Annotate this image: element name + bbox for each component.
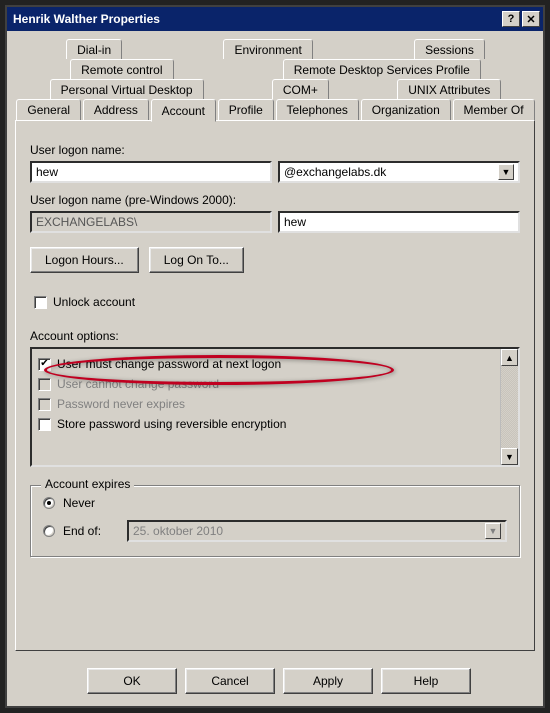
scroll-up-icon[interactable]: ▲: [501, 349, 518, 366]
tab-telephones[interactable]: Telephones: [276, 99, 359, 121]
tab-general[interactable]: General: [16, 99, 81, 121]
unlock-label: Unlock account: [53, 295, 135, 309]
window-title: Henrik Walther Properties: [13, 12, 500, 26]
account-expires-group: Account expires Never End of: 25. oktobe…: [30, 485, 520, 557]
tab-profile[interactable]: Profile: [218, 99, 274, 121]
tab-sessions[interactable]: Sessions: [414, 39, 485, 59]
pre2000-domain-input: [30, 211, 272, 233]
opt-never-expires-checkbox[interactable]: [38, 398, 51, 411]
scroll-down-icon[interactable]: ▼: [501, 448, 518, 465]
logon-name-label: User logon name:: [30, 143, 520, 157]
opt-never-expires-label: Password never expires: [57, 397, 185, 411]
unlock-checkbox[interactable]: [34, 296, 47, 309]
tab-organization[interactable]: Organization: [361, 99, 451, 121]
chevron-down-icon: ▼: [485, 523, 501, 539]
account-options-list: ✔ User must change password at next logo…: [30, 347, 520, 467]
account-options-label: Account options:: [30, 329, 520, 343]
domain-select[interactable]: @exchangelabs.dk ▼: [278, 161, 520, 183]
cancel-button[interactable]: Cancel: [185, 668, 275, 694]
opt-change-pw-checkbox[interactable]: ✔: [38, 358, 51, 371]
ok-button[interactable]: OK: [87, 668, 177, 694]
logon-name-input[interactable]: [30, 161, 272, 183]
tab-strip: Dial-in Environment Sessions Remote cont…: [15, 39, 535, 121]
tab-rds-profile[interactable]: Remote Desktop Services Profile: [283, 59, 481, 79]
tab-unix[interactable]: UNIX Attributes: [397, 79, 501, 99]
expires-endof-radio[interactable]: [43, 525, 55, 537]
tab-complus[interactable]: COM+: [272, 79, 329, 99]
logon-hours-button[interactable]: Logon Hours...: [30, 247, 139, 273]
domain-value: @exchangelabs.dk: [284, 165, 386, 179]
help-button[interactable]: Help: [381, 668, 471, 694]
expires-date-value: 25. oktober 2010: [133, 524, 223, 538]
tab-member-of[interactable]: Member Of: [453, 99, 535, 121]
expires-endof-label: End of:: [63, 524, 119, 538]
titlebar: Henrik Walther Properties ? ✕: [7, 7, 543, 31]
tab-environment[interactable]: Environment: [223, 39, 312, 59]
tab-remote-control[interactable]: Remote control: [70, 59, 173, 79]
opt-reversible-label: Store password using reversible encrypti…: [57, 417, 286, 431]
chevron-down-icon: ▼: [498, 164, 514, 180]
expires-never-radio[interactable]: [43, 497, 55, 509]
apply-button[interactable]: Apply: [283, 668, 373, 694]
opt-reversible-checkbox[interactable]: [38, 418, 51, 431]
tab-pvd[interactable]: Personal Virtual Desktop: [50, 79, 204, 99]
dialog-buttons: OK Cancel Apply Help: [7, 658, 543, 706]
opt-cannot-change-checkbox[interactable]: [38, 378, 51, 391]
log-on-to-button[interactable]: Log On To...: [149, 247, 244, 273]
close-titlebar-button[interactable]: ✕: [522, 11, 540, 27]
pre2000-label: User logon name (pre-Windows 2000):: [30, 193, 520, 207]
opt-cannot-change-label: User cannot change password: [57, 377, 219, 391]
expires-never-label: Never: [63, 496, 95, 510]
pre2000-user-input[interactable]: [278, 211, 520, 233]
tab-account[interactable]: Account: [151, 99, 216, 122]
tab-dial-in[interactable]: Dial-in: [66, 39, 122, 59]
properties-dialog: Henrik Walther Properties ? ✕ Dial-in En…: [5, 5, 545, 708]
expires-legend: Account expires: [41, 477, 134, 491]
help-titlebar-button[interactable]: ?: [502, 11, 520, 27]
opt-change-pw-label: User must change password at next logon: [57, 357, 281, 371]
tab-address[interactable]: Address: [83, 99, 149, 121]
account-panel: User logon name: @exchangelabs.dk ▼ User…: [15, 120, 535, 651]
options-scrollbar[interactable]: ▲ ▼: [500, 349, 518, 465]
expires-date-select: 25. oktober 2010 ▼: [127, 520, 507, 542]
